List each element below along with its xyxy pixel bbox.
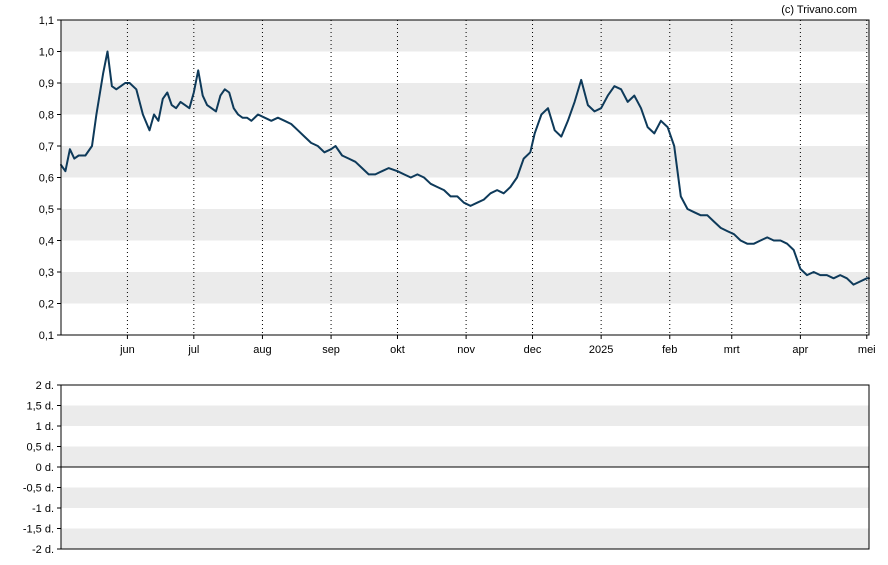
price-band bbox=[61, 83, 869, 115]
x-tick-label: mrt bbox=[724, 344, 740, 356]
lower-band bbox=[61, 446, 869, 467]
lower-y-axis: 2 d. 1,5 d. 1 d. 0,5 d. 0 d. -0,5 d. -1 d. -1,5… bbox=[23, 380, 61, 556]
price-band bbox=[61, 209, 869, 241]
y-tick-label: 1 d. bbox=[36, 421, 54, 433]
y-tick-label: 0,9 bbox=[39, 78, 54, 90]
x-tick-label: aug bbox=[253, 344, 271, 356]
y-tick-label: 0,8 bbox=[39, 110, 54, 122]
x-tick-label: jun bbox=[119, 344, 135, 356]
lower-band bbox=[61, 487, 869, 508]
x-tick-label: jul bbox=[187, 344, 199, 356]
lower-band bbox=[61, 405, 869, 426]
x-tick-label: feb bbox=[662, 344, 677, 356]
y-tick-label: -2 d. bbox=[32, 544, 54, 556]
y-tick-label: 1,5 d. bbox=[26, 401, 54, 413]
stock-chart: 1,1 1,0 0,9 0,8 0,7 0,6 0,5 0,4 0,3 0,2 0,1 jun jul… bbox=[23, 4, 876, 556]
x-tick-label: nov bbox=[457, 344, 475, 356]
y-tick-label: 0,5 d. bbox=[26, 442, 54, 454]
x-tick-label: okt bbox=[390, 344, 405, 356]
y-tick-label: 0,4 bbox=[39, 236, 54, 248]
y-tick-label: 0,6 bbox=[39, 173, 54, 185]
y-tick-label: 1,1 bbox=[39, 15, 54, 27]
price-chart-bands bbox=[61, 20, 869, 304]
x-tick-label: apr bbox=[792, 344, 808, 356]
y-tick-label: 0 d. bbox=[36, 462, 54, 474]
y-tick-label: 0,2 bbox=[39, 299, 54, 311]
price-chart-panel: 1,1 1,0 0,9 0,8 0,7 0,6 0,5 0,4 0,3 0,2 0,1 jun jul… bbox=[39, 15, 876, 356]
y-tick-label: -1,5 d. bbox=[23, 524, 54, 536]
price-band bbox=[61, 20, 869, 52]
y-tick-label: -1 d. bbox=[32, 503, 54, 515]
x-tick-label: mei bbox=[858, 344, 876, 356]
y-tick-label: 2 d. bbox=[36, 380, 54, 392]
x-tick-label: dec bbox=[524, 344, 542, 356]
x-tick-label: sep bbox=[322, 344, 340, 356]
price-band bbox=[61, 146, 869, 178]
y-tick-label: 0,3 bbox=[39, 267, 54, 279]
x-tick-label: 2025 bbox=[589, 344, 613, 356]
y-tick-label: 0,1 bbox=[39, 330, 54, 342]
y-tick-label: 0,5 bbox=[39, 204, 54, 216]
y-tick-label: 1,0 bbox=[39, 47, 54, 59]
credit-label: (c) Trivano.com bbox=[781, 4, 857, 16]
lower-chart-bands bbox=[61, 405, 869, 549]
lower-chart-panel: 2 d. 1,5 d. 1 d. 0,5 d. 0 d. -0,5 d. -1 d. -1,5… bbox=[23, 380, 870, 556]
y-tick-label: 0,7 bbox=[39, 141, 54, 153]
price-band bbox=[61, 272, 869, 304]
price-x-axis: jun jul aug sep okt nov dec 2025 feb mrt apr mei bbox=[119, 335, 876, 356]
y-tick-label: -0,5 d. bbox=[23, 483, 54, 495]
lower-band bbox=[61, 528, 869, 549]
price-y-axis: 1,1 1,0 0,9 0,8 0,7 0,6 0,5 0,4 0,3 0,2 0,1 bbox=[39, 15, 61, 342]
